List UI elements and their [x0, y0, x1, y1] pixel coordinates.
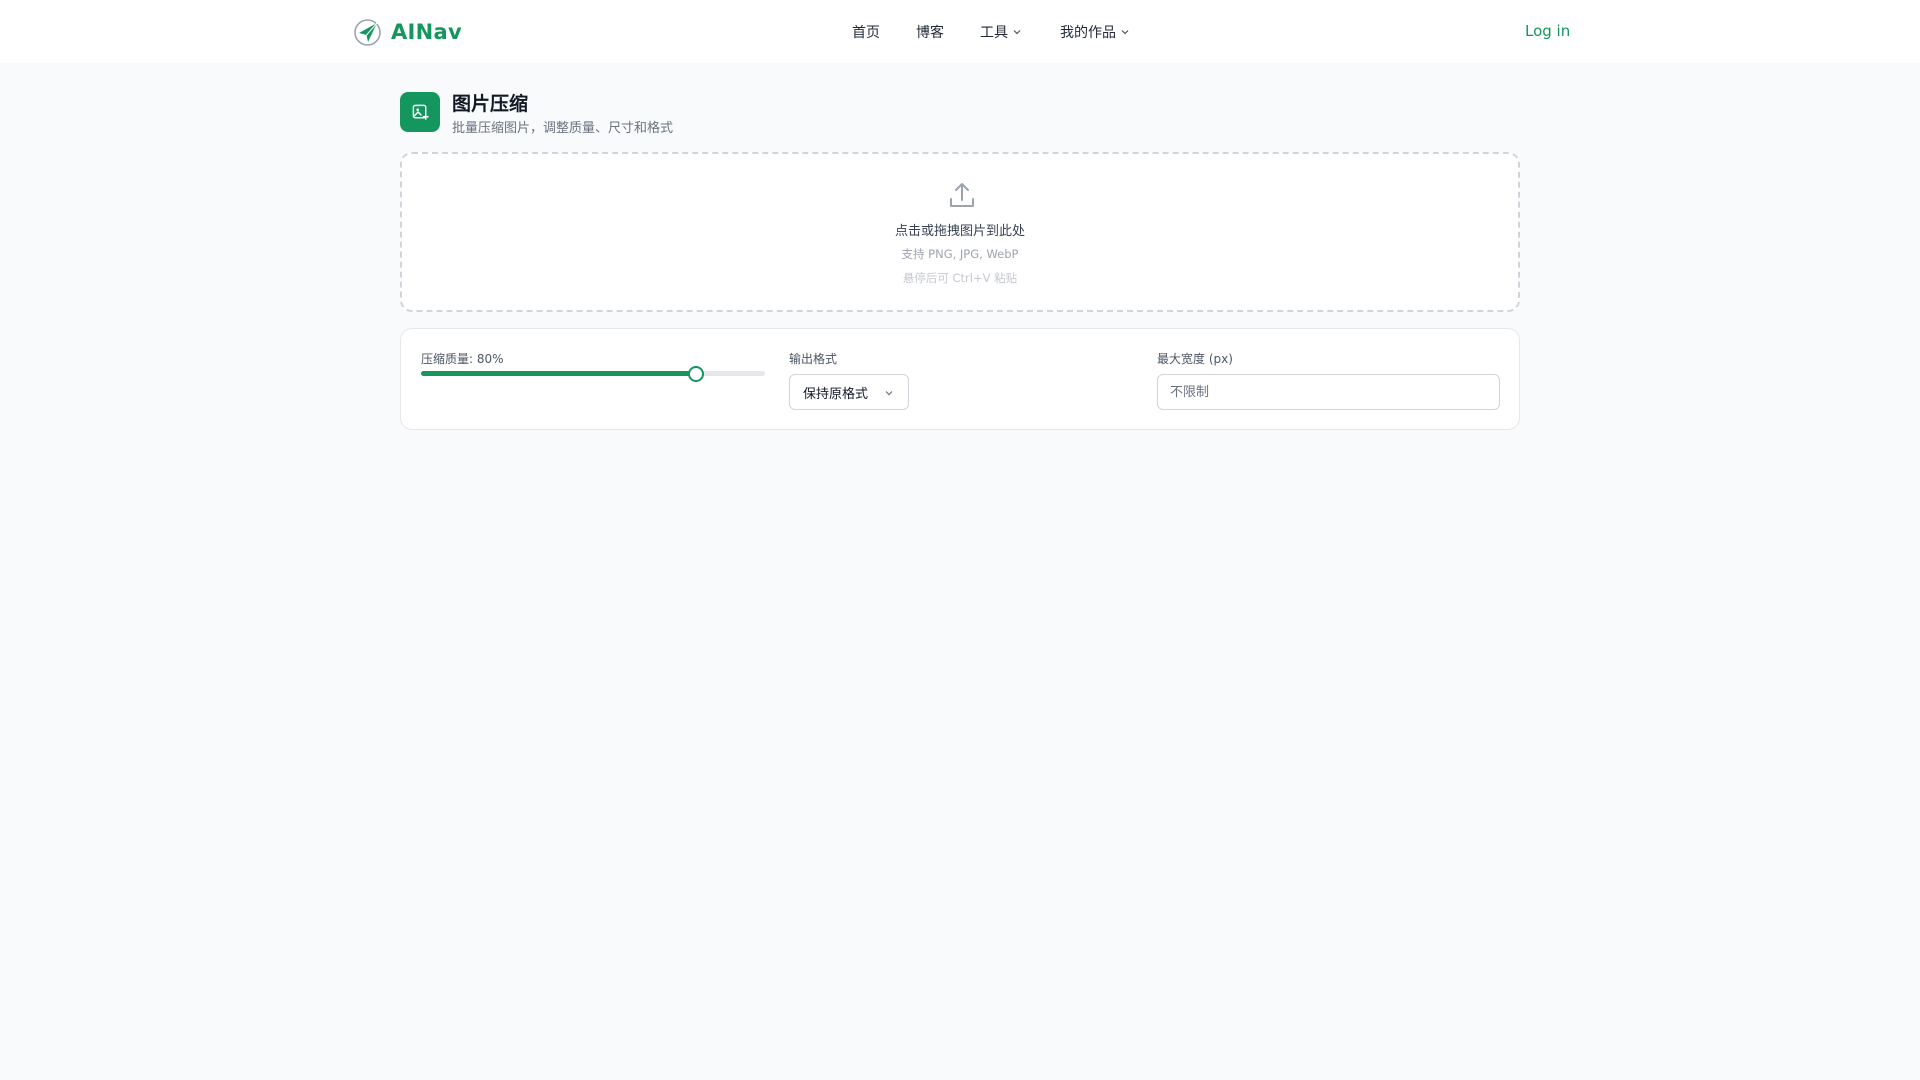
nav-tools-label: 工具: [980, 25, 1008, 41]
chevron-down-icon: [885, 391, 893, 396]
brand-logo[interactable]: AINav: [353, 17, 462, 47]
image-plus-icon: [412, 104, 429, 120]
compression-settings-panel: 压缩质量: 80% 输出格式 保持原格式 最大宽度 (px): [400, 328, 1520, 430]
login-link[interactable]: Log in: [1525, 22, 1570, 40]
nav-works-label: 我的作品: [1060, 25, 1116, 41]
paste-hint: 悬停后可 Ctrl+V 粘贴: [902, 271, 1018, 285]
tool-icon-badge: [400, 92, 440, 132]
output-format-label: 输出格式: [789, 352, 838, 366]
upload-dropzone[interactable]: 点击或拖拽图片到此处 支持 PNG, JPG, WebP 悬停后可 Ctrl+V…: [400, 152, 1520, 312]
quality-label: 压缩质量: 80%: [421, 352, 504, 366]
brand-name: AINav: [391, 20, 463, 44]
slider-fill: [421, 371, 697, 376]
nav-tools-dropdown[interactable]: 工具: [980, 22, 1022, 42]
output-format-value: 保持原格式: [803, 386, 869, 402]
slider-thumb[interactable]: [688, 366, 705, 382]
nav-works-dropdown[interactable]: 我的作品: [1060, 22, 1130, 42]
logo-icon: [354, 18, 381, 46]
nav-blog-label: 博客: [916, 25, 944, 41]
top-navbar: AINav 首页 博客 工具 我的作品 Log in: [0, 0, 1920, 63]
page-title: 图片压缩: [452, 93, 529, 115]
upload-icon: [950, 183, 974, 207]
max-width-input[interactable]: [1157, 374, 1500, 410]
supported-formats: 支持 PNG, JPG, WebP: [901, 247, 1019, 261]
quality-slider[interactable]: [421, 366, 765, 382]
max-width-label: 最大宽度 (px): [1157, 352, 1233, 366]
chevron-down-icon: [1013, 30, 1021, 35]
nav-blog[interactable]: 博客: [916, 22, 944, 42]
nav-home[interactable]: 首页: [852, 22, 880, 42]
nav-home-label: 首页: [852, 25, 880, 41]
output-format-select[interactable]: 保持原格式: [789, 374, 909, 410]
upload-instruction: 点击或拖拽图片到此处: [894, 224, 1025, 239]
chevron-down-icon: [1121, 30, 1129, 35]
page-subtitle: 批量压缩图片，调整质量、尺寸和格式: [452, 121, 674, 136]
